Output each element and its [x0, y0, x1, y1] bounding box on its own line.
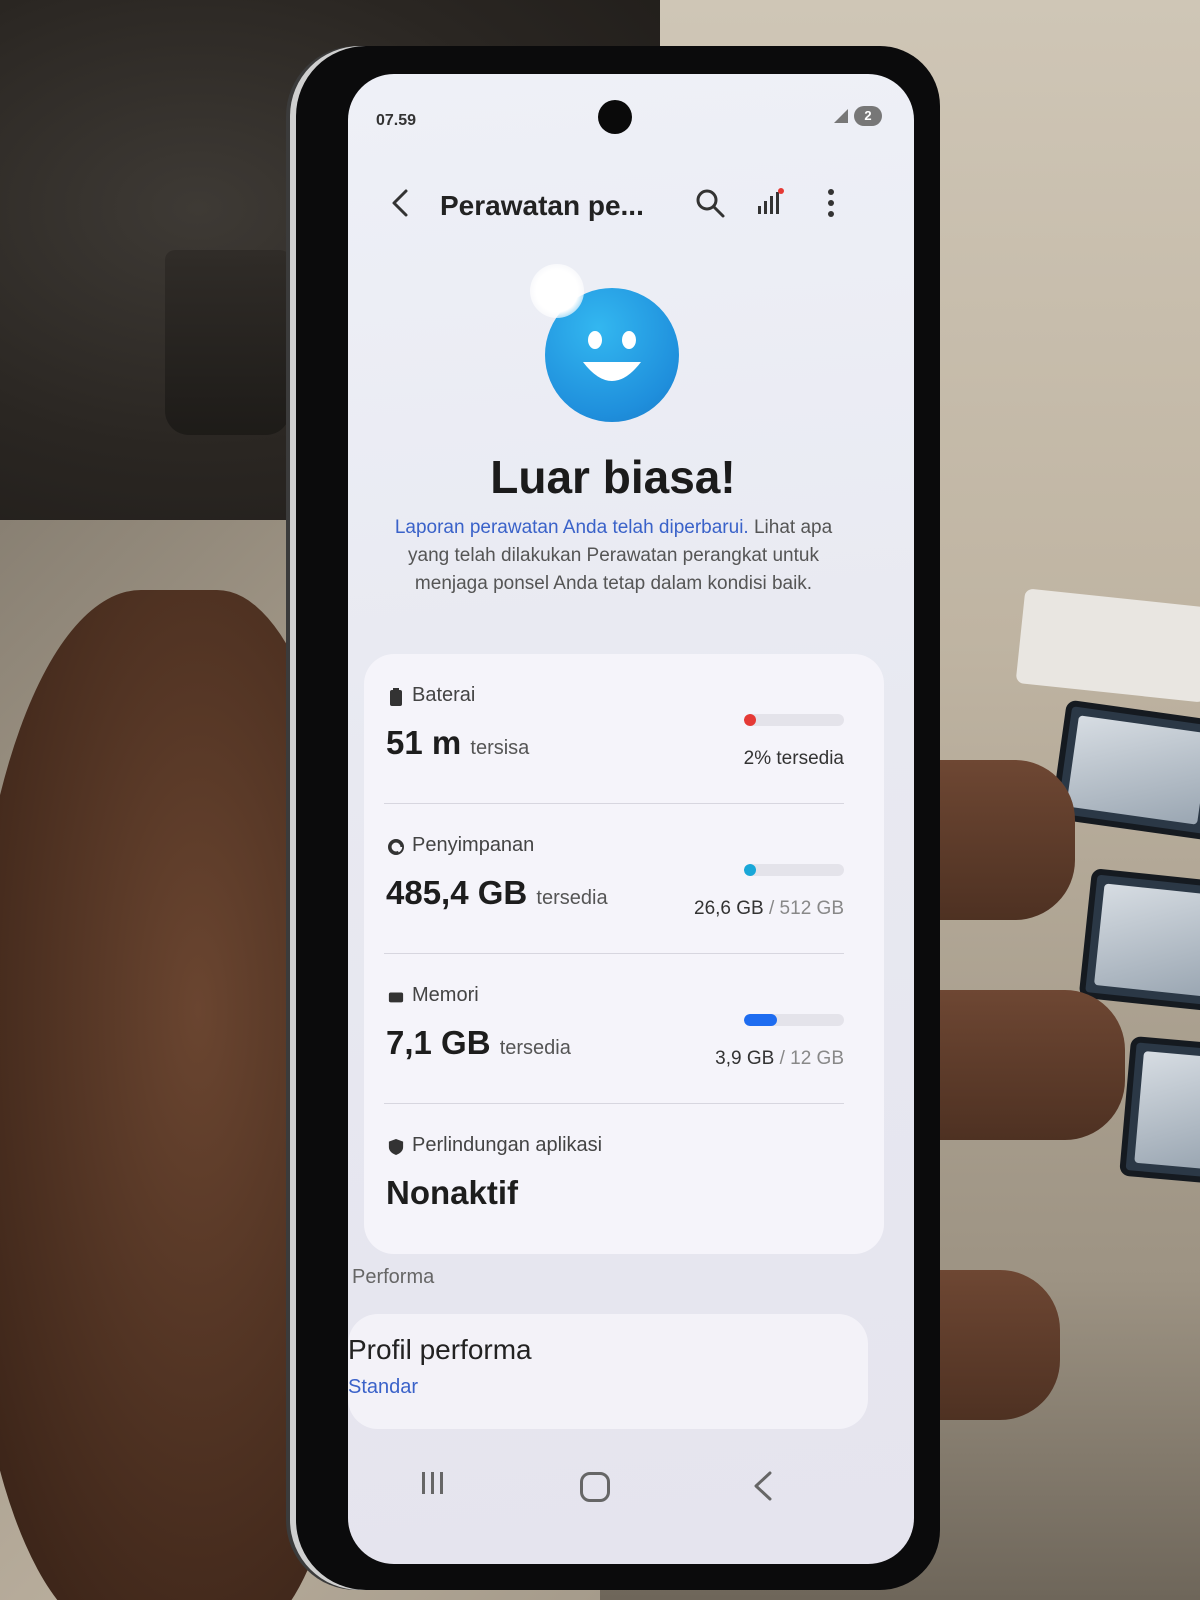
performance-profile-title: Profil performa: [348, 1334, 532, 1365]
status-panel: Baterai 51 m tersisa 2% tersedia Penyimp…: [364, 654, 884, 1254]
page-title: Perawatan pe...: [440, 190, 644, 221]
nav-back-icon[interactable]: [748, 1470, 778, 1502]
storage-meter-fill: [744, 864, 756, 876]
memory-meter-fill: [744, 1014, 777, 1026]
background-phone-3: [1119, 1035, 1200, 1185]
status-description: Laporan perawatan Anda telah diperbarui.…: [386, 514, 841, 598]
home-icon[interactable]: [580, 1472, 610, 1502]
status-headline: Luar biasa!: [490, 451, 736, 503]
app-bar: Perawatan pe...: [348, 174, 914, 234]
storage-icon: [388, 839, 404, 855]
battery-meter: [744, 714, 844, 726]
battery-stat: 2% tersedia: [743, 748, 844, 769]
app-protection-label: Perlindungan aplikasi: [412, 1134, 603, 1156]
shield-icon: [388, 1139, 404, 1155]
background-phone-2: [1078, 868, 1200, 1012]
front-camera: [598, 100, 632, 134]
search-icon[interactable]: [693, 186, 727, 220]
app-protection-value: Nonaktif: [386, 1174, 518, 1211]
background-white-card: [1015, 588, 1200, 703]
phone-screen: 07.59 2 Perawatan pe... Luar biasa! Lapo…: [348, 74, 914, 1564]
diagnostics-icon[interactable]: [753, 186, 787, 220]
storage-meter: [744, 864, 844, 876]
storage-value: 485,4 GB tersedia: [386, 874, 608, 911]
performance-section-title: Performa: [352, 1266, 435, 1288]
status-indicators: 2: [834, 106, 882, 126]
status-time: 07.59: [376, 112, 417, 129]
app-protection-row[interactable]: Perlindungan aplikasi Nonaktif: [364, 1104, 884, 1254]
background-bucket: [165, 250, 290, 435]
memory-value: 7,1 GB tersedia: [386, 1024, 571, 1061]
memory-stat: 3,9 GB / 12 GB: [715, 1048, 844, 1069]
recents-icon[interactable]: [418, 1469, 448, 1497]
storage-label: Penyimpanan: [412, 834, 535, 856]
navigation-bar: [348, 1454, 914, 1534]
battery-row[interactable]: Baterai 51 m tersisa 2% tersedia: [364, 654, 884, 804]
light-glare: [530, 264, 584, 318]
memory-icon: [388, 992, 404, 1003]
performance-profile-item[interactable]: Profil performa Standar: [348, 1314, 868, 1429]
battery-value: 51 m tersisa: [386, 724, 530, 761]
memory-label: Memori: [412, 984, 479, 1006]
storage-stat: 26,6 GB / 512 GB: [694, 898, 844, 919]
battery-label: Baterai: [412, 684, 476, 706]
storage-row[interactable]: Penyimpanan 485,4 GB tersedia 26,6 GB / …: [364, 804, 884, 954]
back-icon[interactable]: [386, 188, 416, 218]
memory-meter: [744, 1014, 844, 1026]
signal-icon: [834, 109, 848, 123]
report-link[interactable]: Laporan perawatan Anda telah diperbarui.: [395, 517, 749, 538]
more-options-icon[interactable]: [816, 186, 846, 220]
battery-meter-fill: [744, 714, 756, 726]
performance-profile-value: Standar: [348, 1376, 419, 1398]
memory-row[interactable]: Memori 7,1 GB tersedia 3,9 GB / 12 GB: [364, 954, 884, 1104]
notification-badge: 2: [854, 106, 882, 126]
battery-icon: [390, 688, 402, 706]
